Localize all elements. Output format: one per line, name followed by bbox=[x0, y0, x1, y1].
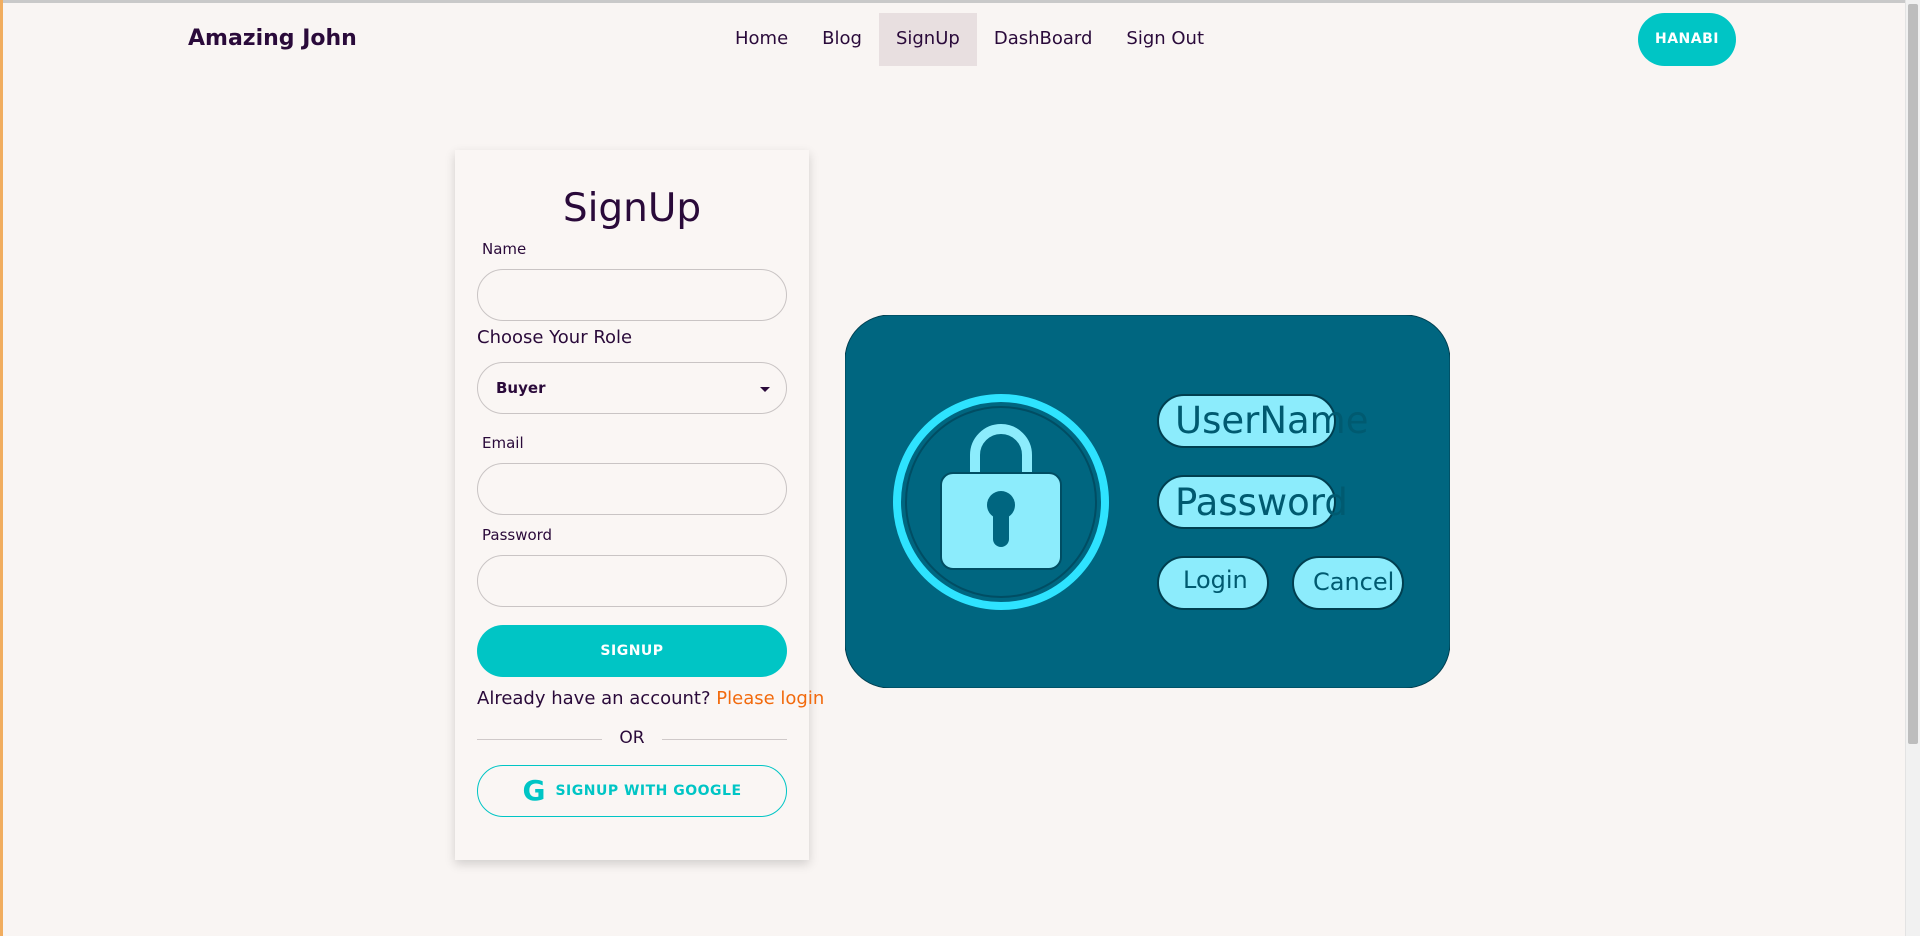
password-label: Password bbox=[482, 526, 553, 544]
illustration-password-text: Password bbox=[1175, 481, 1348, 524]
scrollbar-thumb[interactable] bbox=[1908, 4, 1918, 744]
illustration-login-text: Login bbox=[1183, 566, 1248, 594]
nav-sign-out[interactable]: Sign Out bbox=[1109, 13, 1221, 66]
login-illustration: UserName Password Login Cancel bbox=[845, 315, 1450, 688]
name-field[interactable] bbox=[477, 269, 787, 321]
or-separator: OR bbox=[619, 728, 645, 748]
window-top-border bbox=[0, 0, 1920, 3]
google-icon: G bbox=[522, 774, 546, 807]
user-button[interactable]: HANABI bbox=[1638, 13, 1736, 66]
password-field[interactable] bbox=[477, 555, 787, 607]
nav-signup[interactable]: SignUp bbox=[878, 13, 977, 66]
brand-logo[interactable]: Amazing John bbox=[188, 26, 357, 51]
email-field[interactable] bbox=[477, 463, 787, 515]
main-nav: Home Blog SignUp DashBoard Sign Out bbox=[718, 13, 1221, 66]
role-select[interactable]: Buyer bbox=[477, 362, 787, 414]
signup-button[interactable]: SIGNUP bbox=[477, 625, 787, 677]
illustration-username-text: UserName bbox=[1175, 399, 1369, 442]
divider-right bbox=[662, 739, 787, 740]
role-selected-value: Buyer bbox=[496, 379, 546, 397]
login-prompt: Already have an account? Please login bbox=[477, 688, 824, 709]
vertical-scrollbar[interactable] bbox=[1905, 0, 1920, 936]
caret-down-icon bbox=[760, 387, 770, 392]
window-left-edge bbox=[0, 0, 3, 936]
google-signup-button[interactable]: G SIGNUP WITH GOOGLE bbox=[477, 765, 787, 817]
signup-card: SignUp Name Choose Your Role Buyer Email… bbox=[455, 150, 824, 860]
illustration-cancel-text: Cancel bbox=[1313, 568, 1394, 596]
name-label: Name bbox=[482, 240, 527, 258]
nav-blog[interactable]: Blog bbox=[805, 13, 879, 66]
email-label: Email bbox=[482, 434, 524, 452]
google-signup-label: SIGNUP WITH GOOGLE bbox=[555, 783, 742, 799]
page-title: SignUp bbox=[562, 186, 702, 231]
nav-dashboard[interactable]: DashBoard bbox=[977, 13, 1110, 66]
login-prompt-text: Already have an account? bbox=[477, 688, 711, 709]
login-link[interactable]: Please login bbox=[716, 688, 824, 709]
nav-home[interactable]: Home bbox=[718, 13, 805, 66]
role-label: Choose Your Role bbox=[477, 327, 633, 348]
